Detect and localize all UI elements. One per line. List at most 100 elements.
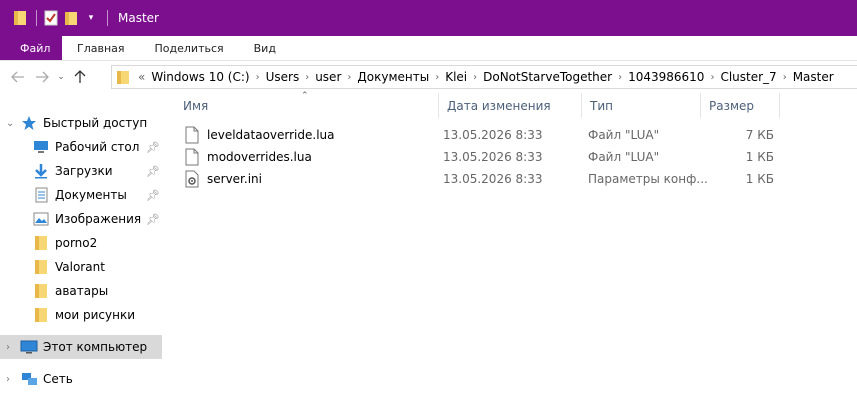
nav-item-label: Рабочий стол xyxy=(55,140,140,154)
breadcrumb-item[interactable]: DoNotStarveTogether xyxy=(479,70,616,84)
column-type[interactable]: Тип xyxy=(581,93,700,118)
tab-share[interactable]: Поделиться xyxy=(140,36,239,60)
nav-item-my-drawings[interactable]: мои рисунки xyxy=(0,303,162,327)
folder-icon xyxy=(116,69,130,85)
file-size: 7 КБ xyxy=(745,128,774,142)
nav-item-pictures[interactable]: Изображения 📌︎ xyxy=(0,207,162,231)
nav-item-label: мои рисунки xyxy=(55,308,136,322)
breadcrumb-item[interactable]: user xyxy=(311,70,345,84)
nav-item-porno2[interactable]: porno2 xyxy=(0,231,162,255)
tab-file[interactable]: Файл xyxy=(0,36,62,60)
column-name[interactable]: Имя xyxy=(175,93,438,118)
nav-item-label: Сеть xyxy=(43,372,73,386)
forward-button[interactable] xyxy=(30,65,54,89)
breadcrumb-item[interactable]: Документы xyxy=(353,70,433,84)
recent-locations-button[interactable]: ⌄ xyxy=(54,65,68,89)
nav-item-label: Valorant xyxy=(55,260,105,274)
tab-home[interactable]: Главная xyxy=(62,36,140,60)
toolbar-separator xyxy=(36,10,37,26)
breadcrumb-item[interactable]: Master xyxy=(789,70,838,84)
chevron-right-icon[interactable]: › xyxy=(708,72,716,83)
pin-icon[interactable]: 📌︎ xyxy=(146,189,160,202)
breadcrumb-item[interactable]: Windows 10 (C:) xyxy=(147,70,253,84)
table-row[interactable]: modoverrides.lua 13.05.2026 8:33 Файл "L… xyxy=(175,146,857,168)
dropdown-icon[interactable]: ▾ xyxy=(83,10,99,26)
ribbon-tabs: Файл Главная Поделиться Вид xyxy=(0,36,857,61)
nav-item-quick-access[interactable]: ⌄ Быстрый доступ xyxy=(0,111,162,135)
chevron-right-icon[interactable]: › xyxy=(254,72,262,83)
column-header-row: ⌃ Имя Дата изменения Тип Размер xyxy=(175,91,857,118)
nav-item-label: Загрузки xyxy=(55,164,113,178)
file-size: 1 КБ xyxy=(745,150,774,164)
nav-item-this-pc[interactable]: › Этот компьютер xyxy=(0,335,162,359)
address-path[interactable]: « Windows 10 (C:) › Users › user › Документ… xyxy=(111,65,857,89)
up-button[interactable] xyxy=(68,65,92,89)
nav-item-label: porno2 xyxy=(55,236,98,250)
file-type: Файл "LUA" xyxy=(588,128,660,142)
column-date-modified[interactable]: Дата изменения xyxy=(438,93,581,118)
breadcrumb-item[interactable]: 1043986610 xyxy=(624,70,708,84)
folder-icon xyxy=(32,307,50,323)
chevron-right-icon[interactable]: › xyxy=(345,72,353,83)
pin-icon[interactable]: 📌︎ xyxy=(146,213,160,226)
nav-item-avatars[interactable]: аватары xyxy=(0,279,162,303)
window-title: Master xyxy=(118,11,159,25)
back-button[interactable] xyxy=(6,65,30,89)
table-row[interactable]: server.ini 13.05.2026 8:33 Параметры кон… xyxy=(175,168,857,190)
file-icon xyxy=(185,126,201,144)
properties-icon[interactable] xyxy=(43,10,59,26)
breadcrumb-item[interactable]: Cluster_7 xyxy=(716,70,780,84)
toolbar-separator xyxy=(107,10,108,26)
chevron-down-icon[interactable]: ⌄ xyxy=(6,118,20,129)
chevron-down-icon: ⌄ xyxy=(57,72,65,82)
file-list: ⌃ Имя Дата изменения Тип Размер leveldat… xyxy=(175,91,857,405)
quick-access-toolbar: ▾ xyxy=(0,10,114,26)
breadcrumb-overflow[interactable]: « xyxy=(134,70,147,84)
nav-item-label: Быстрый доступ xyxy=(43,116,148,130)
up-arrow-icon xyxy=(74,70,86,83)
column-size[interactable]: Размер xyxy=(700,93,780,118)
forward-arrow-icon xyxy=(36,71,49,83)
new-folder-icon[interactable] xyxy=(63,10,79,26)
file-name: server.ini xyxy=(207,172,262,186)
breadcrumb-item[interactable]: Klei xyxy=(441,70,471,84)
chevron-right-icon[interactable]: › xyxy=(303,72,311,83)
chevron-right-icon[interactable]: › xyxy=(6,342,20,353)
folder-icon xyxy=(32,235,50,251)
chevron-right-icon[interactable]: › xyxy=(616,72,624,83)
pin-icon[interactable]: 📌︎ xyxy=(146,165,160,178)
file-date: 13.05.2026 8:33 xyxy=(443,150,543,164)
nav-item-desktop[interactable]: Рабочий стол 📌︎ xyxy=(0,135,162,159)
file-size: 1 КБ xyxy=(745,172,774,186)
navigation-pane: ⌄ Быстрый доступ Рабочий стол 📌︎ Загрузк… xyxy=(0,93,175,405)
file-date: 13.05.2026 8:33 xyxy=(443,172,543,186)
breadcrumb-item[interactable]: Users xyxy=(262,70,304,84)
address-bar-row: ⌄ « Windows 10 (C:) › Users › user › Докуме… xyxy=(0,61,857,93)
chevron-right-icon[interactable]: › xyxy=(471,72,479,83)
nav-item-label: Этот компьютер xyxy=(43,340,148,354)
nav-item-label: аватары xyxy=(55,284,109,298)
chevron-right-icon[interactable]: › xyxy=(6,374,20,385)
pin-icon[interactable]: 📌︎ xyxy=(146,141,160,154)
file-date: 13.05.2026 8:33 xyxy=(443,128,543,142)
file-name: modoverrides.lua xyxy=(207,150,312,164)
tab-view[interactable]: Вид xyxy=(239,36,291,60)
nav-item-downloads[interactable]: Загрузки 📌︎ xyxy=(0,159,162,183)
nav-item-label: Изображения xyxy=(55,212,142,226)
chevron-right-icon[interactable]: › xyxy=(781,72,789,83)
table-row[interactable]: leveldataoverride.lua 13.05.2026 8:33 Фа… xyxy=(175,124,857,146)
file-type: Параметры конф... xyxy=(588,172,708,186)
file-type: Файл "LUA" xyxy=(588,150,660,164)
nav-item-documents[interactable]: Документы 📌︎ xyxy=(0,183,162,207)
nav-item-network[interactable]: › Сеть xyxy=(0,367,162,391)
file-icon xyxy=(185,148,201,166)
chevron-right-icon[interactable]: › xyxy=(433,72,441,83)
desktop-icon xyxy=(32,139,50,155)
folder-icon xyxy=(32,259,50,275)
documents-icon xyxy=(32,187,50,203)
nav-item-valorant[interactable]: Valorant xyxy=(0,255,162,279)
folder-icon[interactable] xyxy=(12,10,28,26)
folder-icon xyxy=(32,283,50,299)
network-icon xyxy=(20,371,38,387)
title-bar: ▾ Master xyxy=(0,0,857,36)
